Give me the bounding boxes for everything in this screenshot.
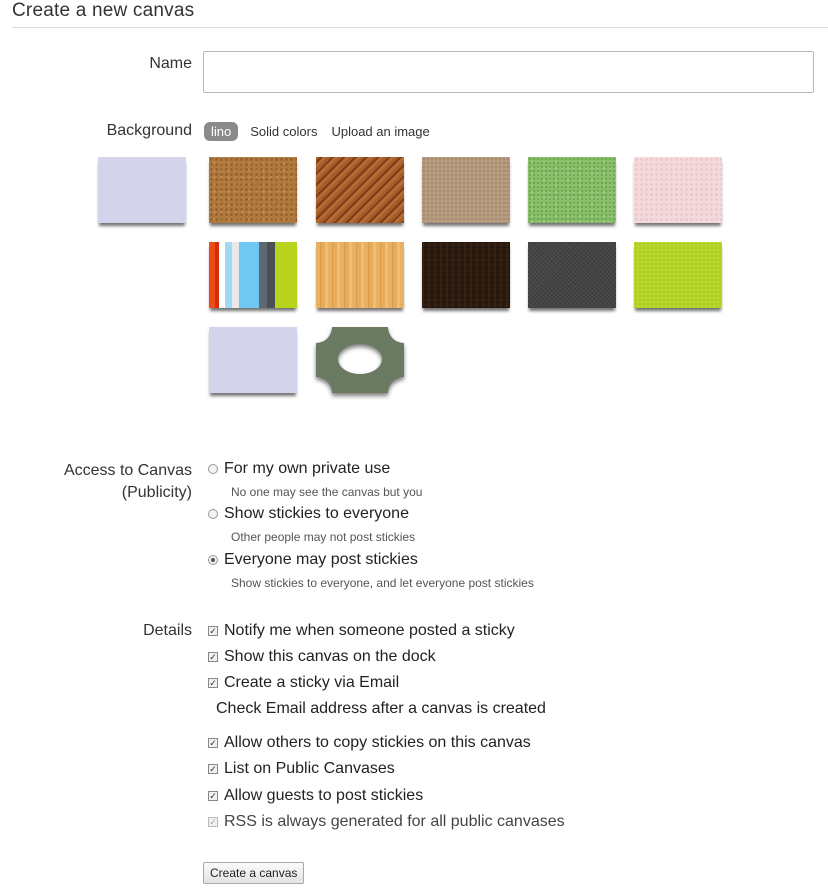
checkbox-dock[interactable]: ✓ <box>208 652 218 662</box>
background-preview <box>98 157 186 223</box>
swatch-color-stripes[interactable] <box>209 242 297 308</box>
tab-upload-image[interactable]: Upload an image <box>331 124 429 139</box>
tab-solid-colors[interactable]: Solid colors <box>250 124 317 139</box>
check-row-dock[interactable]: ✓ Show this canvas on the dock <box>208 648 436 666</box>
background-label: Background <box>106 122 192 139</box>
swatch-green-felt[interactable] <box>528 157 616 223</box>
background-tabs: lino Solid colors Upload an image <box>204 122 444 141</box>
radio-private[interactable] <box>208 464 218 474</box>
check-row-email[interactable]: ✓ Create a sticky via Email <box>208 674 399 692</box>
swatch-dark-wood[interactable] <box>422 242 510 308</box>
radio-row-everyone[interactable]: Everyone may post stickies <box>208 551 418 569</box>
swatch-lavender[interactable] <box>209 327 297 393</box>
checkbox-public-list[interactable]: ✓ <box>208 764 218 774</box>
check-row-rss: ✓ RSS is always generated for all public… <box>208 813 565 831</box>
check-row-public-list[interactable]: ✓ List on Public Canvases <box>208 760 395 778</box>
radio-show[interactable] <box>208 509 218 519</box>
swatch-wood-diagonal[interactable] <box>316 157 404 223</box>
details-label: Details <box>143 622 192 639</box>
radio-row-show[interactable]: Show stickies to everyone <box>208 505 409 523</box>
email-note: Check Email address after a canvas is cr… <box>216 700 546 717</box>
page-title: Create a new canvas <box>12 0 195 21</box>
swatch-lime[interactable] <box>634 242 722 308</box>
checkbox-rss: ✓ <box>208 817 218 827</box>
radio-private-desc: No one may see the canvas but you <box>231 485 423 499</box>
swatch-pink-paper[interactable] <box>634 157 722 223</box>
checkbox-guests-label[interactable]: Allow guests to post stickies <box>224 787 423 805</box>
create-canvas-button[interactable]: Create a canvas <box>203 862 305 884</box>
radio-everyone-label[interactable]: Everyone may post stickies <box>224 551 418 569</box>
check-row-notify[interactable]: ✓ Notify me when someone posted a sticky <box>208 622 515 640</box>
access-label-line2: (Publicity) <box>121 484 192 501</box>
check-row-copy[interactable]: ✓ Allow others to copy stickies on this … <box>208 734 531 752</box>
swatch-cardboard[interactable] <box>422 157 510 223</box>
circle-pattern-graphic <box>316 327 404 393</box>
checkbox-notify-label[interactable]: Notify me when someone posted a sticky <box>224 622 515 640</box>
swatch-light-wood[interactable] <box>316 242 404 308</box>
checkbox-email[interactable]: ✓ <box>208 678 218 688</box>
swatch-dark-fabric[interactable] <box>528 242 616 308</box>
checkbox-rss-label: RSS is always generated for all public c… <box>224 813 565 830</box>
radio-show-desc: Other people may not post stickies <box>231 530 416 544</box>
checkbox-notify[interactable]: ✓ <box>208 626 218 636</box>
checkbox-guests[interactable]: ✓ <box>208 791 218 801</box>
checkbox-email-label[interactable]: Create a sticky via Email <box>224 674 399 692</box>
name-label: Name <box>149 55 192 72</box>
radio-everyone-desc: Show stickies to everyone, and let every… <box>231 576 534 590</box>
checkbox-dock-label[interactable]: Show this canvas on the dock <box>224 648 436 666</box>
radio-everyone[interactable] <box>208 555 218 565</box>
title-divider <box>12 27 828 28</box>
radio-show-label[interactable]: Show stickies to everyone <box>224 505 409 523</box>
checkbox-public-list-label[interactable]: List on Public Canvases <box>224 760 395 778</box>
access-label-line1: Access to Canvas <box>63 462 192 479</box>
checkbox-copy-label[interactable]: Allow others to copy stickies on this ca… <box>224 734 531 752</box>
check-row-guests[interactable]: ✓ Allow guests to post stickies <box>208 787 423 805</box>
access-label: Access to Canvas (Publicity) <box>20 460 192 504</box>
checkbox-copy[interactable]: ✓ <box>208 738 218 748</box>
tab-lino[interactable]: lino <box>204 122 239 141</box>
swatch-gray-green-pattern[interactable] <box>316 327 404 393</box>
name-input[interactable] <box>203 51 814 93</box>
radio-private-label[interactable]: For my own private use <box>224 460 390 478</box>
swatch-cork[interactable] <box>209 157 297 223</box>
radio-row-private[interactable]: For my own private use <box>208 460 390 478</box>
